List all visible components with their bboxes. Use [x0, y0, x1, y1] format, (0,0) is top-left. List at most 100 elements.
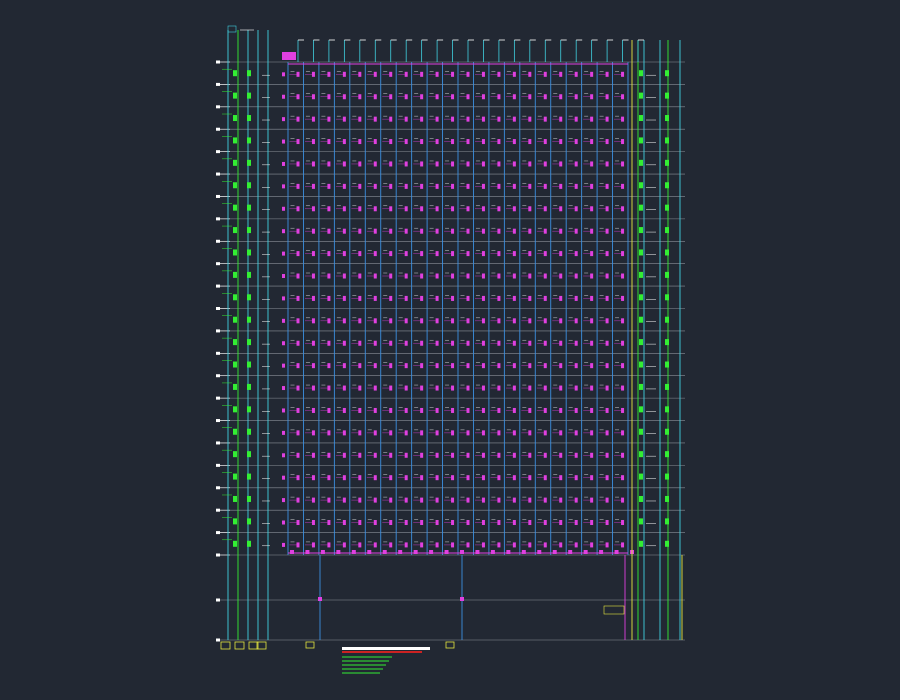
- fixture-mark: [590, 407, 594, 413]
- fixture-mark: [296, 385, 300, 391]
- left-fixture: [233, 339, 237, 346]
- right-fixture: [665, 70, 669, 77]
- fixture-mark: [311, 340, 315, 346]
- fixture-mark: [296, 452, 300, 458]
- fixture-mark: [389, 430, 393, 436]
- basement-note-box: [603, 605, 625, 615]
- fixture-mark: [466, 206, 470, 212]
- fixture-mark: [528, 452, 532, 458]
- fixture-mark: [528, 542, 532, 548]
- fixture-mark: [420, 363, 424, 369]
- fixture-mark: [574, 363, 578, 369]
- fixture-mark: [389, 385, 393, 391]
- fixture-mark: [320, 550, 325, 554]
- right-fixture: [665, 182, 669, 189]
- fixture-mark: [605, 520, 609, 526]
- fixture-mark: [282, 94, 285, 99]
- fixture-mark: [481, 520, 485, 526]
- fixture-mark: [590, 295, 594, 301]
- fixture-mark: [497, 116, 501, 122]
- fixture-mark: [559, 430, 563, 436]
- fixture-mark: [466, 452, 470, 458]
- fixture-mark: [373, 430, 377, 436]
- fixture-mark: [389, 161, 393, 167]
- left-fixture: [247, 271, 251, 278]
- level-marker: [216, 172, 220, 176]
- fixture-mark: [373, 273, 377, 279]
- fixture-mark: [590, 251, 594, 257]
- fixture-mark: [590, 430, 594, 436]
- fixture-mark: [420, 94, 424, 100]
- fixture-mark: [574, 542, 578, 548]
- fixture-mark: [528, 94, 532, 100]
- fixture-mark: [543, 161, 547, 167]
- fixture-mark: [389, 475, 393, 481]
- fixture-mark: [435, 228, 439, 234]
- fixture-mark: [497, 520, 501, 526]
- right-fixture: [639, 204, 643, 211]
- fixture-mark: [559, 183, 563, 189]
- fixture-mark: [605, 139, 609, 145]
- fixture-mark: [358, 139, 362, 145]
- fixture-mark: [528, 161, 532, 167]
- level-marker: [216, 508, 220, 512]
- fixture-mark: [282, 386, 285, 391]
- fixture-mark: [559, 542, 563, 548]
- fixture-mark: [537, 550, 542, 554]
- right-fixture: [665, 406, 669, 413]
- sump-pit: [445, 641, 455, 649]
- fixture-mark: [290, 550, 294, 554]
- fixture-mark: [605, 71, 609, 77]
- fixture-mark: [358, 295, 362, 301]
- fixture-mark: [512, 94, 516, 100]
- fixture-mark: [358, 116, 362, 122]
- fixture-mark: [497, 71, 501, 77]
- fixture-mark: [621, 385, 625, 391]
- level-marker: [216, 262, 220, 266]
- fixture-mark: [451, 497, 455, 503]
- fixture-mark: [327, 385, 331, 391]
- fixture-mark: [574, 161, 578, 167]
- sump-pit: [234, 641, 245, 650]
- fixture-mark: [590, 183, 594, 189]
- fixture-mark: [404, 228, 408, 234]
- fixture-mark: [451, 542, 455, 548]
- fixture-mark: [621, 139, 625, 145]
- fixture-mark: [282, 363, 285, 368]
- fixture-mark: [621, 295, 625, 301]
- fixture-mark: [342, 161, 346, 167]
- fixture-mark: [327, 318, 331, 324]
- cad-viewport[interactable]: [0, 0, 900, 700]
- fixture-mark: [373, 340, 377, 346]
- fixture-mark: [599, 550, 604, 554]
- fixture-mark: [559, 475, 563, 481]
- right-fixture: [665, 294, 669, 301]
- fixture-mark: [327, 542, 331, 548]
- fixture-mark: [282, 139, 285, 144]
- fixture-mark: [358, 497, 362, 503]
- fixture-mark: [404, 497, 408, 503]
- fixture-mark: [435, 475, 439, 481]
- fixture-mark: [559, 520, 563, 526]
- fixture-mark: [574, 295, 578, 301]
- fixture-mark: [404, 407, 408, 413]
- fixture-mark: [568, 550, 573, 554]
- fixture-mark: [466, 407, 470, 413]
- left-fixture: [247, 115, 251, 122]
- fixture-mark: [373, 385, 377, 391]
- fixture-mark: [559, 94, 563, 100]
- fixture-mark: [512, 116, 516, 122]
- fixture-mark: [481, 542, 485, 548]
- fixture-mark: [543, 116, 547, 122]
- fixture-mark: [282, 453, 285, 458]
- fixture-mark: [327, 452, 331, 458]
- fixture-mark: [543, 295, 547, 301]
- level-marker: [216, 307, 220, 310]
- fixture-mark: [342, 206, 346, 212]
- left-fixture: [233, 361, 237, 368]
- fixture-mark: [451, 183, 455, 189]
- fixture-mark: [404, 94, 408, 100]
- fixture-mark: [497, 206, 501, 212]
- fixture-mark: [327, 295, 331, 301]
- fixture-mark: [559, 385, 563, 391]
